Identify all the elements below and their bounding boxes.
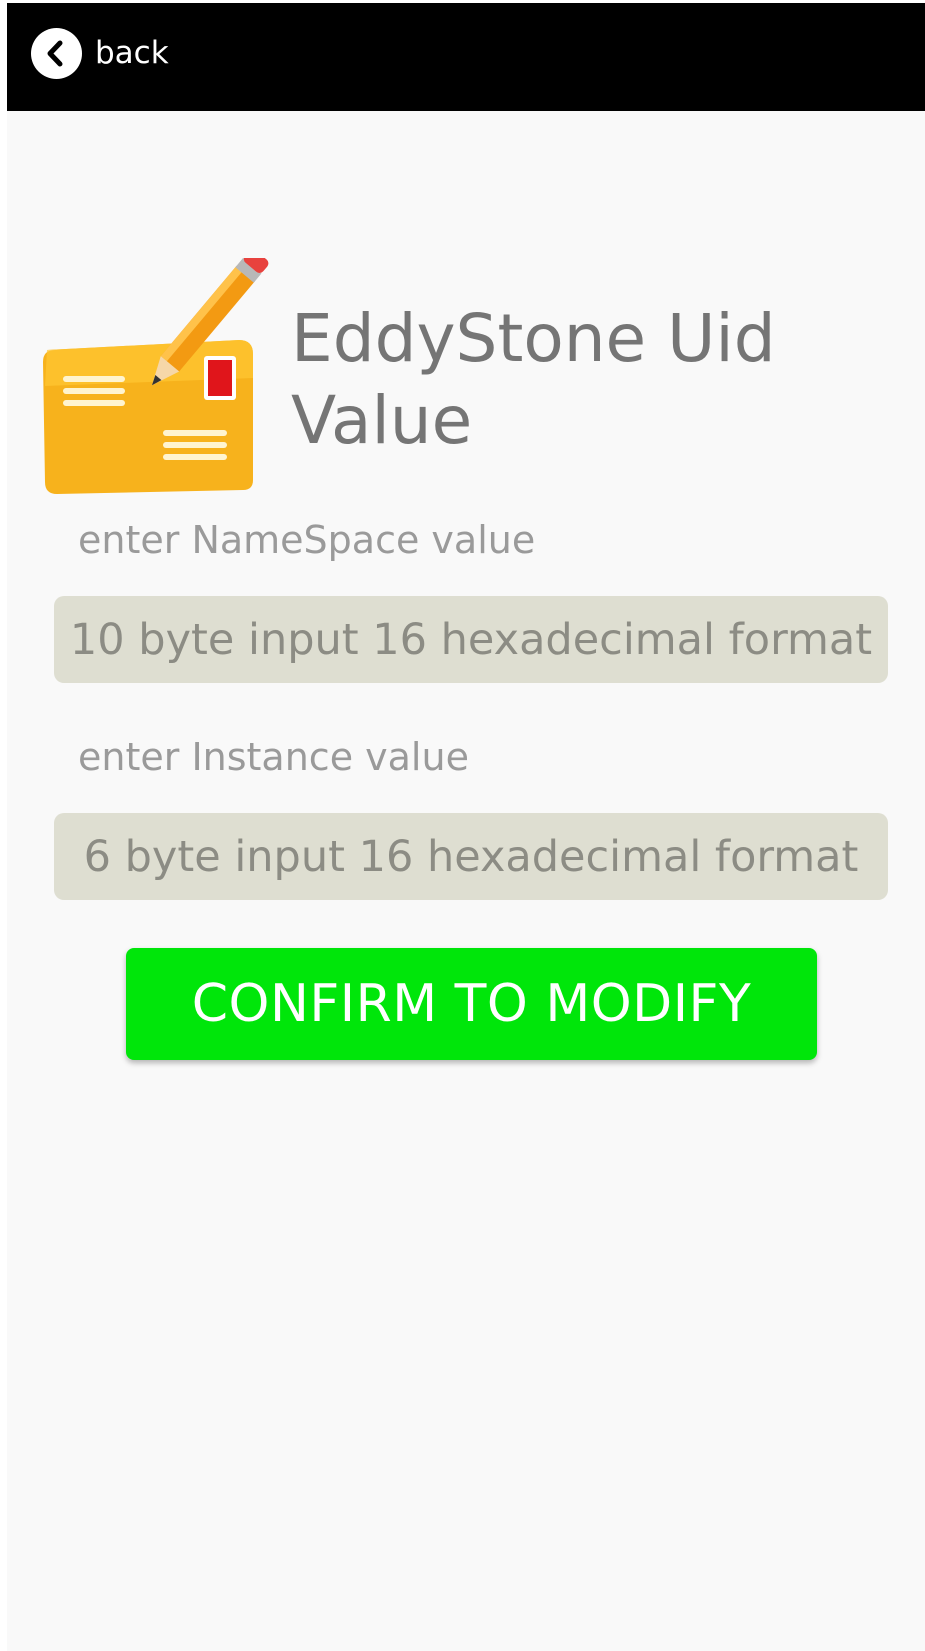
namespace-label: enter NameSpace value bbox=[78, 518, 536, 562]
page-title: EddyStone Uid Value bbox=[291, 300, 776, 459]
namespace-input[interactable] bbox=[54, 596, 888, 683]
top-bar: back bbox=[7, 3, 925, 111]
chevron-left-icon[interactable] bbox=[31, 27, 82, 79]
screen: back EddyStone Uid Value enter NameSpace… bbox=[7, 3, 925, 1651]
back-label[interactable]: back bbox=[95, 37, 169, 69]
back-button[interactable]: back bbox=[31, 26, 169, 80]
instance-input[interactable] bbox=[54, 813, 888, 900]
confirm-button[interactable]: CONFIRM TO MODIFY bbox=[126, 948, 817, 1060]
instance-label: enter Instance value bbox=[78, 735, 469, 779]
page-header: EddyStone Uid Value bbox=[39, 249, 909, 498]
mail-edit-icon bbox=[39, 249, 269, 498]
